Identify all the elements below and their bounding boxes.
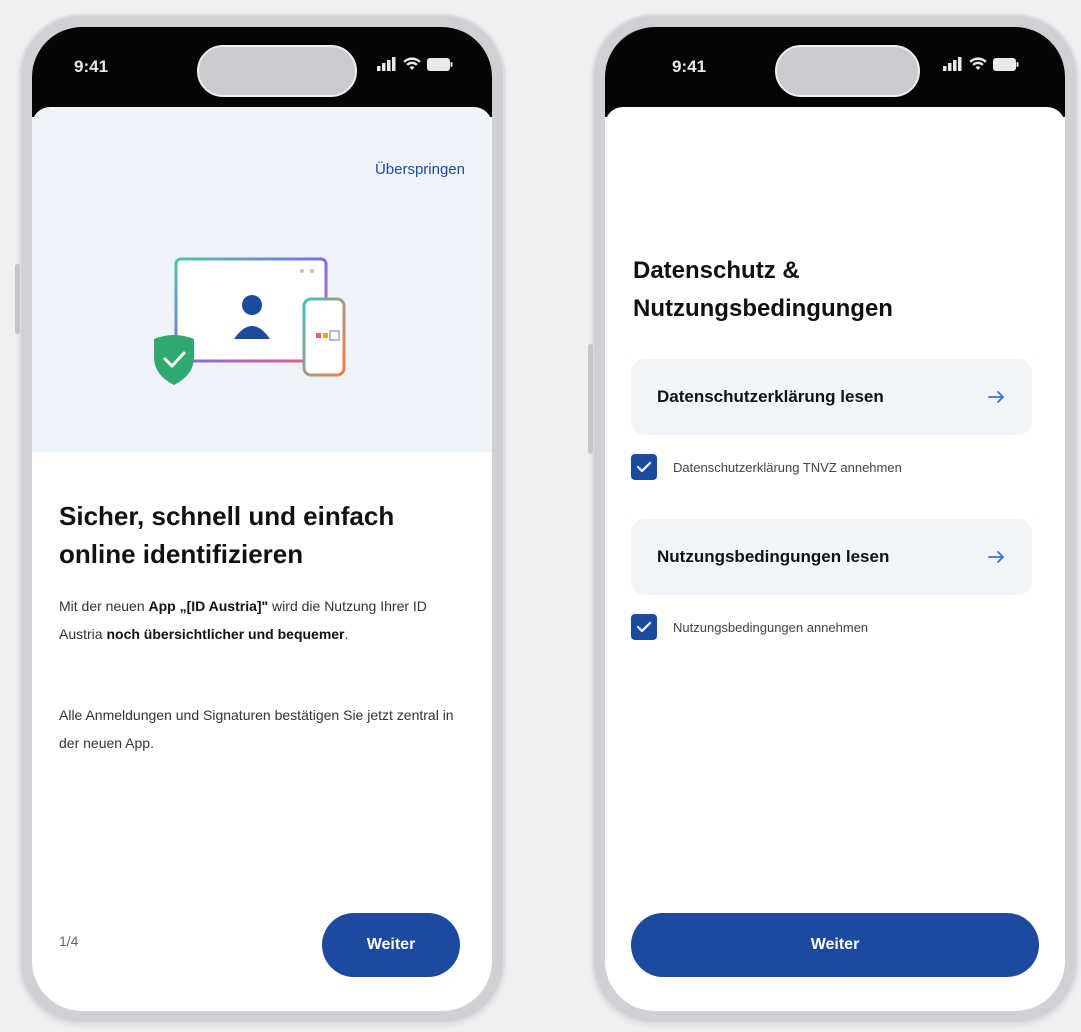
status-icons [943,57,1019,71]
terms-link-label: Nutzungsbedingungen lesen [657,547,890,566]
side-button [588,344,593,454]
privacy-accept-row[interactable]: Datenschutzerklärung TNVZ annehmen [631,454,902,480]
dynamic-island [775,45,920,97]
arrow-right-icon [988,391,1004,403]
terms-accept-checkbox[interactable] [631,614,657,640]
check-icon [636,461,652,473]
battery-icon [427,58,453,71]
arrow-right-icon [988,551,1004,563]
terms-link[interactable]: Nutzungsbedingungen lesen [631,519,1032,595]
privacy-policy-link[interactable]: Datenschutzerklärung lesen [631,359,1032,435]
side-button [15,264,20,334]
privacy-accept-checkbox[interactable] [631,454,657,480]
next-button[interactable]: Weiter [322,913,460,977]
dynamic-island [197,45,357,97]
headline: Sicher, schnell und einfach online ident… [59,501,395,569]
phone-frame-consent: 9:41 Datenschutz & Nutzungsbedingungen D… [588,14,1078,1024]
onboarding-screen: 9:41 Überspringen Sicher, schnell und ei… [32,27,492,1011]
cellular-signal-icon [377,57,396,71]
status-bar: 9:41 [605,27,1065,117]
cellular-signal-icon [943,57,962,71]
status-icons [377,57,453,71]
check-icon [636,621,652,633]
consent-screen: 9:41 Datenschutz & Nutzungsbedingungen D… [605,27,1065,1011]
status-time: 9:41 [74,57,109,76]
wifi-icon [403,57,421,70]
privacy-accept-label: Datenschutzerklärung TNVZ annehmen [673,459,902,475]
phone-frame-onboarding: 9:41 Überspringen Sicher, schnell und ei… [15,14,505,1024]
next-button[interactable]: Weiter [631,913,1039,977]
terms-accept-label: Nutzungsbedingungen annehmen [673,619,869,635]
battery-icon [993,58,1019,71]
sheet-top [605,107,1065,147]
wifi-icon [969,57,987,70]
privacy-policy-link-label: Datenschutzerklärung lesen [657,387,884,406]
status-time: 9:41 [672,57,707,76]
info-paragraph: Alle Anmeldungen und Signaturen bestätig… [59,707,454,751]
page-indicator: 1/4 [59,933,79,949]
terms-accept-row[interactable]: Nutzungsbedingungen annehmen [631,614,868,640]
page-title: Datenschutz & Nutzungsbedingungen [633,257,893,322]
intro-paragraph: Mit der neuen App „[ID Austria]" wird di… [59,598,427,642]
skip-link[interactable]: Überspringen [375,161,465,178]
identity-illustration [154,257,346,385]
status-bar: 9:41 [32,27,492,117]
hero-panel [32,107,492,452]
